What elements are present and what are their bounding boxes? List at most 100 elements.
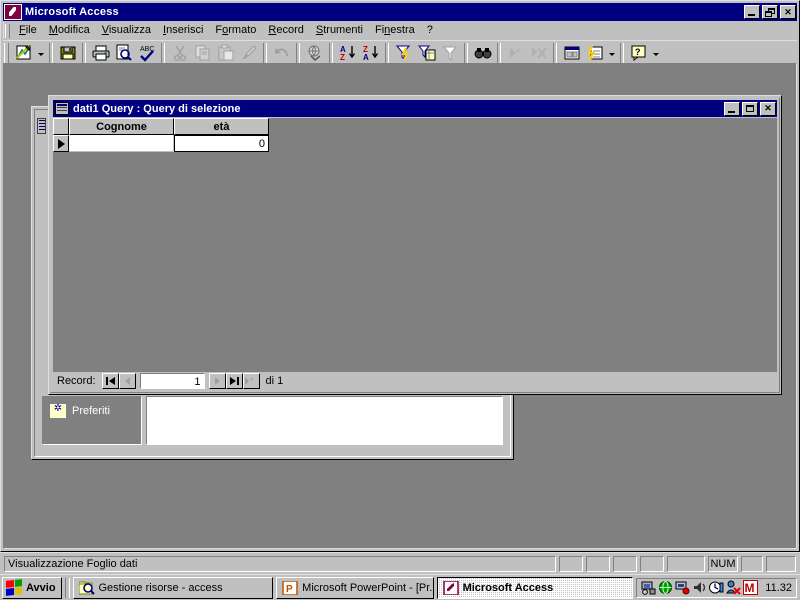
column-header-cognome[interactable]: Cognome — [69, 118, 174, 135]
database-window-icon[interactable] — [560, 42, 583, 64]
toolbar-grip[interactable] — [4, 43, 9, 63]
find-icon[interactable] — [471, 42, 494, 64]
toolbar-separator — [620, 43, 624, 63]
datasheet-header-row: Cognome età — [53, 118, 777, 135]
format-painter-icon[interactable] — [237, 42, 260, 64]
svg-text:M: M — [745, 581, 755, 595]
column-header-eta[interactable]: età — [174, 118, 269, 135]
query-close-button[interactable]: ✕ — [760, 101, 776, 116]
close-button[interactable]: ✕ — [780, 5, 796, 19]
menu-inserisci[interactable]: Inserisci — [157, 23, 209, 38]
new-object-icon[interactable] — [583, 42, 606, 64]
status-indicator-num: NUM — [708, 555, 738, 572]
database-window-panes: Preferiti — [42, 396, 503, 445]
print-preview-icon[interactable] — [112, 42, 135, 64]
spellcheck-icon[interactable]: ABC — [135, 42, 158, 64]
menu-help[interactable]: ? — [421, 23, 439, 38]
application-titlebar: Microsoft Access ✕ — [3, 3, 797, 21]
query-minimize-button[interactable] — [724, 101, 740, 116]
restore-button[interactable] — [762, 5, 778, 19]
paste-icon[interactable] — [214, 42, 237, 64]
menubar-grip[interactable] — [5, 23, 10, 38]
menu-finestra[interactable]: Finestra — [369, 23, 421, 38]
new-record-icon[interactable]: * — [504, 42, 527, 64]
clock-icon[interactable] — [709, 580, 724, 595]
view-design-icon[interactable] — [12, 42, 35, 64]
save-icon[interactable] — [56, 42, 79, 64]
toolbar-separator — [263, 43, 267, 63]
status-indicator-1 — [559, 555, 583, 572]
insert-hyperlink-icon[interactable] — [303, 42, 326, 64]
application-window-buttons: ✕ — [744, 5, 797, 19]
query-maximize-button[interactable] — [742, 101, 758, 116]
taskbar-button-access[interactable]: Microsoft Access — [436, 576, 634, 599]
query-titlebar[interactable]: dati1 Query : Query di selezione ✕ — [53, 100, 777, 117]
toolbar-separator — [553, 43, 557, 63]
datasheet-grid[interactable]: Cognome età 0 — [53, 118, 777, 371]
status-indicator-7 — [741, 555, 763, 572]
system-tray: M 11.32 — [636, 577, 798, 598]
print-icon[interactable] — [89, 42, 112, 64]
filter-by-selection-icon[interactable] — [392, 42, 415, 64]
table-object-icon[interactable] — [37, 118, 46, 134]
toolbar-separator — [385, 43, 389, 63]
copy-icon[interactable] — [191, 42, 214, 64]
favorites-item[interactable]: Preferiti — [49, 402, 110, 419]
view-dropdown-arrow-icon[interactable] — [35, 42, 46, 64]
datasheet-icon — [55, 102, 69, 115]
select-all-corner[interactable] — [53, 118, 69, 135]
help-dropdown-arrow-icon[interactable] — [650, 42, 661, 64]
menubar: File Modifica Visualizza Inserisci Forma… — [3, 22, 797, 39]
database-right-pane[interactable] — [146, 396, 503, 445]
taskbar-button-explorer[interactable]: Gestione risorse - access — [72, 576, 274, 599]
toolbar-separator — [49, 43, 53, 63]
taskbar-button-powerpoint[interactable]: P Microsoft PowerPoint - [Pr... — [276, 576, 434, 599]
svg-text:?: ? — [635, 47, 641, 57]
globe-icon[interactable] — [658, 580, 673, 595]
cut-icon[interactable] — [168, 42, 191, 64]
query-window[interactable]: dati1 Query : Query di selezione ✕ Cogno… — [48, 95, 782, 395]
help-icon[interactable]: ? — [627, 42, 650, 64]
delete-record-icon[interactable] — [527, 42, 550, 64]
new-object-dropdown-arrow-icon[interactable] — [606, 42, 617, 64]
record-number-input[interactable] — [139, 373, 205, 389]
clock-time[interactable]: 11.32 — [765, 582, 792, 594]
screen: Microsoft Access ✕ File Modifica Visuali… — [0, 0, 800, 600]
last-record-button[interactable] — [225, 373, 243, 389]
users-icon[interactable] — [726, 580, 742, 595]
filter-by-form-icon[interactable] — [415, 42, 438, 64]
menu-file[interactable]: File — [13, 23, 43, 38]
database-left-pane[interactable]: Preferiti — [42, 396, 142, 445]
menu-strumenti[interactable]: Strumenti — [310, 23, 369, 38]
sort-ascending-icon[interactable]: A Z — [336, 42, 359, 64]
minimize-button[interactable] — [744, 5, 760, 19]
cell-eta[interactable]: 0 — [174, 135, 269, 152]
menu-formato[interactable]: Formato — [209, 23, 262, 38]
start-button[interactable]: Avvio — [2, 576, 62, 599]
network-icon[interactable] — [641, 580, 656, 595]
toolbar-separator — [497, 43, 501, 63]
first-record-button[interactable] — [101, 373, 119, 389]
next-record-button[interactable] — [208, 373, 226, 389]
explorer-icon — [78, 581, 95, 595]
sort-descending-icon[interactable]: Z A — [359, 42, 382, 64]
modem-icon[interactable] — [675, 580, 690, 595]
menu-visualizza[interactable]: Visualizza — [96, 23, 157, 38]
record-nav-next-group: * — [208, 373, 260, 389]
record-selector[interactable] — [53, 135, 69, 152]
m-icon[interactable]: M — [743, 580, 759, 595]
undo-icon[interactable] — [270, 42, 293, 64]
volume-icon[interactable] — [692, 580, 707, 595]
menu-record[interactable]: Record — [262, 23, 309, 38]
query-window-buttons: ✕ — [724, 101, 777, 116]
access-application-window: Microsoft Access ✕ File Modifica Visuali… — [0, 0, 800, 552]
new-record-button[interactable]: * — [242, 373, 260, 389]
previous-record-button[interactable] — [118, 373, 136, 389]
menu-modifica[interactable]: Modifica — [43, 23, 96, 38]
taskbar-button-label: Gestione risorse - access — [98, 581, 223, 594]
powerpoint-icon: P — [282, 579, 298, 596]
table-row[interactable]: 0 — [53, 135, 777, 152]
apply-filter-icon[interactable] — [438, 42, 461, 64]
status-indicator-5 — [667, 555, 705, 572]
cell-cognome[interactable] — [69, 135, 174, 152]
